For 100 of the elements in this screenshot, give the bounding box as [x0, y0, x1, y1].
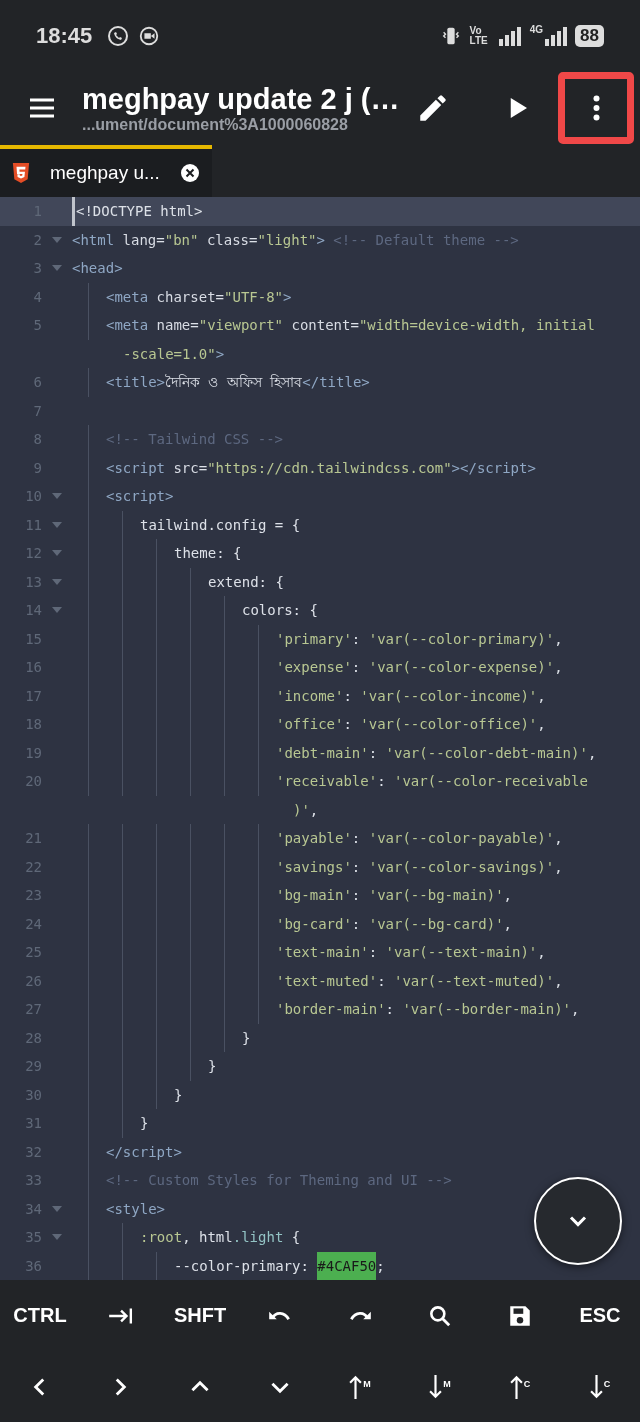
code-text: :: [351, 829, 362, 849]
code-text: ,: [554, 658, 563, 678]
code-text: ,: [537, 715, 546, 735]
code-string: "UTF-8": [224, 287, 284, 307]
code-tag: <style>: [106, 1194, 165, 1224]
code-string: 'var(--color-receivable: [394, 772, 588, 792]
down-arrow-key[interactable]: C: [560, 1358, 640, 1415]
down-arrow-key[interactable]: M: [400, 1358, 480, 1415]
code-text: tailwind.config = {: [140, 515, 301, 535]
file-path: ...ument/document%3A1000060828: [82, 116, 349, 135]
code-text: :: [385, 1000, 395, 1020]
code-text: দৈনিক ও অফিস হিসাব: [165, 373, 303, 393]
code-text: :: [351, 914, 362, 934]
code-text: :: [351, 886, 362, 906]
code-text: }: [242, 1028, 251, 1048]
code-tag: <head>: [72, 254, 123, 283]
file-tab[interactable]: meghpay u...: [0, 144, 212, 198]
code-string: 'var(--border-main)': [402, 1000, 571, 1020]
fold-caret-icon[interactable]: [52, 607, 62, 614]
code-string: 'expense': [276, 658, 352, 678]
code-string: 'text-muted': [276, 971, 378, 991]
code-text: , html: [182, 1228, 233, 1248]
scroll-down-button[interactable]: [534, 1177, 622, 1266]
html5-icon: [12, 163, 30, 183]
fold-caret-icon[interactable]: [52, 1234, 62, 1241]
up-arrow-icon: [349, 1373, 363, 1400]
code-text: ;: [376, 1256, 385, 1276]
code-string: 'var(--color-office)': [360, 715, 538, 735]
network-label: 4G: [529, 24, 544, 35]
code-text: =: [156, 230, 165, 250]
close-icon[interactable]: [179, 163, 200, 183]
code-string: 'var(--bg-main)': [368, 886, 504, 906]
code-text: :: [343, 686, 353, 706]
up-arrow-key[interactable]: C: [480, 1358, 560, 1415]
code-text: :: [351, 629, 362, 649]
code-text: extend: {: [208, 572, 284, 592]
code-string: 'office': [276, 715, 344, 735]
code-text: ,: [554, 629, 563, 649]
code-text: ,: [587, 743, 597, 763]
file-title: meghpay update 2 j (…: [82, 82, 401, 117]
lte-label: LTE: [469, 35, 488, 46]
up-arrow-key[interactable]: M: [320, 1358, 400, 1415]
code-tag: <script>: [106, 482, 174, 511]
chat-icon: [106, 23, 131, 48]
fold-caret-icon[interactable]: [52, 578, 62, 585]
key-button[interactable]: ESC: [560, 1287, 640, 1344]
code-string: "https://cdn.tailwindcss.com": [207, 458, 452, 478]
code-attribute: content: [290, 316, 351, 336]
code-string: 'var(--color-payable)': [368, 829, 555, 849]
code-text: }: [208, 1057, 217, 1077]
code-text: :: [343, 715, 353, 735]
battery-indicator: 88: [575, 24, 604, 47]
code-tag: <title>: [106, 368, 165, 397]
code-string: 'bg-card': [276, 914, 352, 934]
code-text: ,: [537, 686, 546, 706]
code-string: 'var(--text-muted)': [394, 971, 555, 991]
code-attribute: charset: [155, 287, 216, 307]
code-comment: <!-- Default theme -->: [332, 230, 519, 250]
code-text: =: [190, 316, 199, 336]
code-tag: <script: [106, 453, 165, 483]
code-attribute: class: [205, 230, 250, 250]
code-text: ,: [503, 914, 512, 934]
code-text: :: [368, 743, 379, 763]
code-tag: >: [316, 225, 325, 255]
code-tag: >: [215, 339, 225, 369]
code-text: :: [377, 971, 387, 991]
code-text: =: [350, 316, 359, 336]
code-attribute: src: [172, 458, 199, 478]
code-string: 'border-main': [276, 1000, 386, 1020]
code-attribute: name: [155, 316, 191, 336]
clock: 18:45: [36, 22, 93, 49]
fold-caret-icon[interactable]: [52, 1205, 62, 1212]
code-comment: <!-- Custom Styles for Theming and UI -->: [106, 1171, 452, 1191]
fold-caret-icon[interactable]: [52, 521, 62, 528]
code-string: "width=device-width, initial: [358, 316, 595, 336]
code-text: =: [249, 230, 258, 250]
code-string: "light": [257, 230, 317, 250]
fold-caret-icon[interactable]: [52, 550, 62, 557]
code-string: -scale=1.0": [123, 344, 216, 364]
fold-caret-icon[interactable]: [52, 236, 62, 243]
code-tag: </script>: [106, 1137, 182, 1167]
code-tag: <meta: [106, 282, 149, 312]
code-string: "viewport": [198, 316, 284, 336]
down-arrow-icon: [429, 1373, 443, 1400]
code-text: ,: [571, 1000, 580, 1020]
code-tag: >: [283, 282, 292, 312]
code-comment: <!-- Tailwind CSS -->: [106, 430, 283, 450]
key-button[interactable]: CTRL: [0, 1287, 80, 1344]
code-attribute: lang: [121, 230, 157, 250]
code-tag: ></script>: [451, 453, 536, 483]
code-text: colors: {: [242, 601, 318, 621]
code-text: }: [140, 1114, 149, 1134]
code-text: ,: [537, 943, 546, 963]
key-button[interactable]: SHFT: [160, 1287, 240, 1344]
fold-caret-icon[interactable]: [52, 265, 62, 272]
code-class: .light: [232, 1228, 284, 1248]
code-string: 'debt-main': [276, 743, 369, 763]
fold-caret-icon[interactable]: [52, 493, 62, 500]
code-text: :: [377, 772, 387, 792]
video-icon: [138, 24, 161, 47]
